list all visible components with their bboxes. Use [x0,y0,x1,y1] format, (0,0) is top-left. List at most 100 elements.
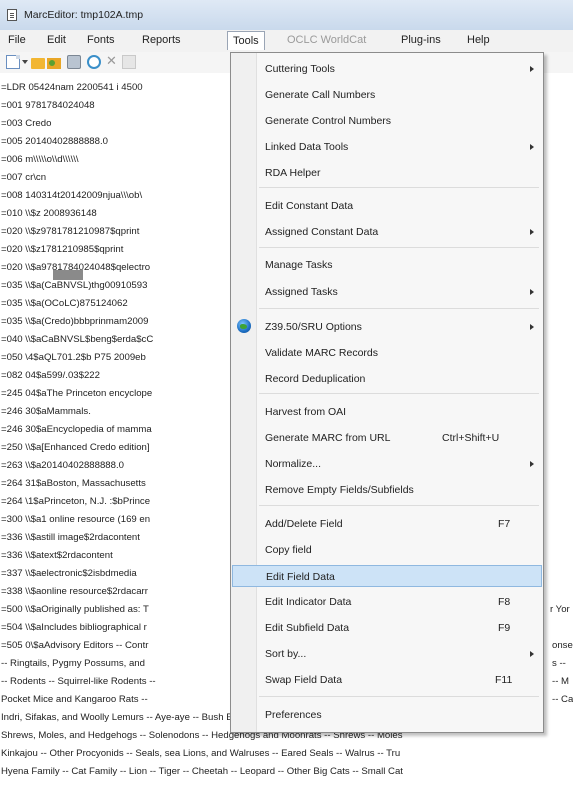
menu-item-validate-marc-records[interactable]: Validate MARC Records [232,342,542,364]
marc-line: =264 31$aBoston, Massachusetts [1,478,146,489]
menu-fonts[interactable]: Fonts [84,34,118,46]
title-bar: MarcEditor: tmp102A.tmp [0,0,573,31]
document-icon [7,9,17,21]
menu-item-label: Preferences [265,709,322,721]
new-document-icon[interactable] [6,55,20,69]
menu-item-edit-constant-data[interactable]: Edit Constant Data [232,195,542,217]
menu-item-shortcut: F8 [498,596,511,608]
menu-item-label: Assigned Constant Data [265,226,379,238]
menu-item-label: Swap Field Data [265,674,343,686]
marc-line: =246 30$aEncyclopedia of mamma [1,424,152,435]
menu-separator [259,505,539,506]
menu-separator [259,187,539,188]
menu-item-generate-marc-from-url[interactable]: Generate MARC from URL Ctrl+Shift+U [232,427,542,449]
menu-item-record-deduplication[interactable]: Record Deduplication [232,368,542,390]
submenu-arrow-icon [530,66,534,72]
marc-line: -- Rodents -- Squirrel-like Rodents -- [1,676,156,687]
marc-line: =006 m\\\\\o\\d\\\\\\ [1,154,79,165]
open-folder-2-icon[interactable] [47,58,61,69]
menu-item-preferences[interactable]: Preferences [232,704,542,726]
marc-line-fragment: onser [552,640,573,651]
menu-item-label: Remove Empty Fields/Subfields [265,484,414,496]
marc-line: -- Ringtails, Pygmy Possums, and [1,658,145,669]
marc-line: Pocket Mice and Kangaroo Rats -- [1,694,148,705]
menu-item-generate-call-numbers[interactable]: Generate Call Numbers [232,84,542,106]
menu-plug-ins[interactable]: Plug-ins [398,34,444,46]
dropdown-arrow-icon[interactable] [22,60,28,64]
print-icon[interactable] [67,55,81,69]
marc-line: =035 \\$a(CaBNVSL)thg00910593 [1,280,148,291]
web-icon[interactable] [87,55,101,69]
menu-item-rda-helper[interactable]: RDA Helper [232,162,542,184]
menu-item-manage-tasks[interactable]: Manage Tasks [232,254,542,276]
menu-item-label: Linked Data Tools [265,141,349,153]
menu-edit[interactable]: Edit [44,34,69,46]
menu-item-cuttering-tools[interactable]: Cuttering Tools [232,58,542,80]
menu-item-generate-control-numbers[interactable]: Generate Control Numbers [232,110,542,132]
marc-line: =010 \\$z 2008936148 [1,208,97,219]
marc-line: =246 30$aMammals. [1,406,91,417]
menu-help[interactable]: Help [464,34,493,46]
submenu-arrow-icon [530,144,534,150]
menu-item-label: Generate MARC from URL [265,432,391,444]
menu-item-shortcut: Ctrl+Shift+U [442,432,500,444]
globe-icon [237,319,251,333]
menu-separator [259,308,539,309]
more-icon[interactable] [122,55,136,69]
menu-item-swap-field-data[interactable]: Swap Field Data F11 [232,669,542,691]
marc-line: =020 \\$z1781210985$qprint [1,244,124,255]
menu-item-label: Copy field [265,544,312,556]
menu-oclc-worldcat: OCLC WorldCat [287,34,367,46]
menu-item-label: Add/Delete Field [265,518,343,530]
menu-item-assigned-tasks[interactable]: Assigned Tasks [232,281,542,303]
menu-item-shortcut: F7 [498,518,511,530]
menu-item-add-delete-field[interactable]: Add/Delete Field F7 [232,513,542,535]
menu-item-label: Sort by... [265,648,307,660]
menu-item-label: Generate Control Numbers [265,115,392,127]
marc-line: =300 \\$a1 online resource (169 en [1,514,151,525]
menu-tools[interactable]: Tools [227,31,265,50]
menu-item-label: Validate MARC Records [265,347,379,359]
marc-line: =LDR 05424nam 2200541 i 4500 [1,82,143,93]
menu-item-edit-subfield-data[interactable]: Edit Subfield Data F9 [232,617,542,639]
submenu-arrow-icon [530,229,534,235]
marc-line: =082 04$a599/.03$222 [1,370,100,381]
marc-line: Hyena Family -- Cat Family -- Lion -- Ti… [1,766,403,777]
menu-item-normalize[interactable]: Normalize... [232,453,542,475]
menu-item-label: Harvest from OAI [265,406,347,418]
marc-line-fragment: s -- [552,658,566,669]
marc-line: =504 \\$aIncludes bibliographical r [1,622,147,633]
marc-line: =003 Credo [1,118,52,129]
menu-item-copy-field[interactable]: Copy field [232,539,542,561]
menu-reports[interactable]: Reports [139,34,184,46]
submenu-arrow-icon [530,651,534,657]
marc-line: =001 9781784024048 [1,100,95,111]
menu-item-remove-empty-fields[interactable]: Remove Empty Fields/Subfields [232,479,542,501]
menu-item-sort-by[interactable]: Sort by... [232,643,542,665]
menu-file[interactable]: File [5,34,29,46]
menu-item-label: Normalize... [265,458,322,470]
marc-line: =505 0\$aAdvisory Editors -- Contr [1,640,149,651]
menu-item-z3950-sru-options[interactable]: Z39.50/SRU Options [232,316,542,338]
open-folder-icon[interactable] [31,58,45,69]
menu-item-label: Edit Indicator Data [265,596,352,608]
window-title: MarcEditor: tmp102A.tmp [24,9,144,21]
menu-item-edit-field-data[interactable]: Edit Field Data [232,565,542,587]
menu-separator [259,696,539,697]
menu-item-harvest-from-oai[interactable]: Harvest from OAI [232,401,542,423]
menu-item-edit-indicator-data[interactable]: Edit Indicator Data F8 [232,591,542,613]
marc-line: =500 \\$aOriginally published as: T [1,604,149,615]
marc-line: =005 20140402888888.0 [1,136,108,147]
menu-item-label: Manage Tasks [265,259,333,271]
submenu-arrow-icon [530,289,534,295]
menu-bar: File Edit Fonts Reports Tools OCLC World… [0,30,573,52]
marc-line-fragment: -- Ca [552,694,573,705]
marc-line: =040 \\$aCaBNVSL$beng$erda$cC [1,334,154,345]
tools-menu: Cuttering Tools Generate Call Numbers Ge… [230,52,544,733]
cut-icon[interactable] [106,53,118,69]
menu-item-linked-data-tools[interactable]: Linked Data Tools [232,136,542,158]
submenu-arrow-icon [530,461,534,467]
marc-line-fragment: r Yor [550,604,570,615]
menu-item-label: Edit Subfield Data [265,622,350,634]
menu-item-assigned-constant-data[interactable]: Assigned Constant Data [232,221,542,243]
